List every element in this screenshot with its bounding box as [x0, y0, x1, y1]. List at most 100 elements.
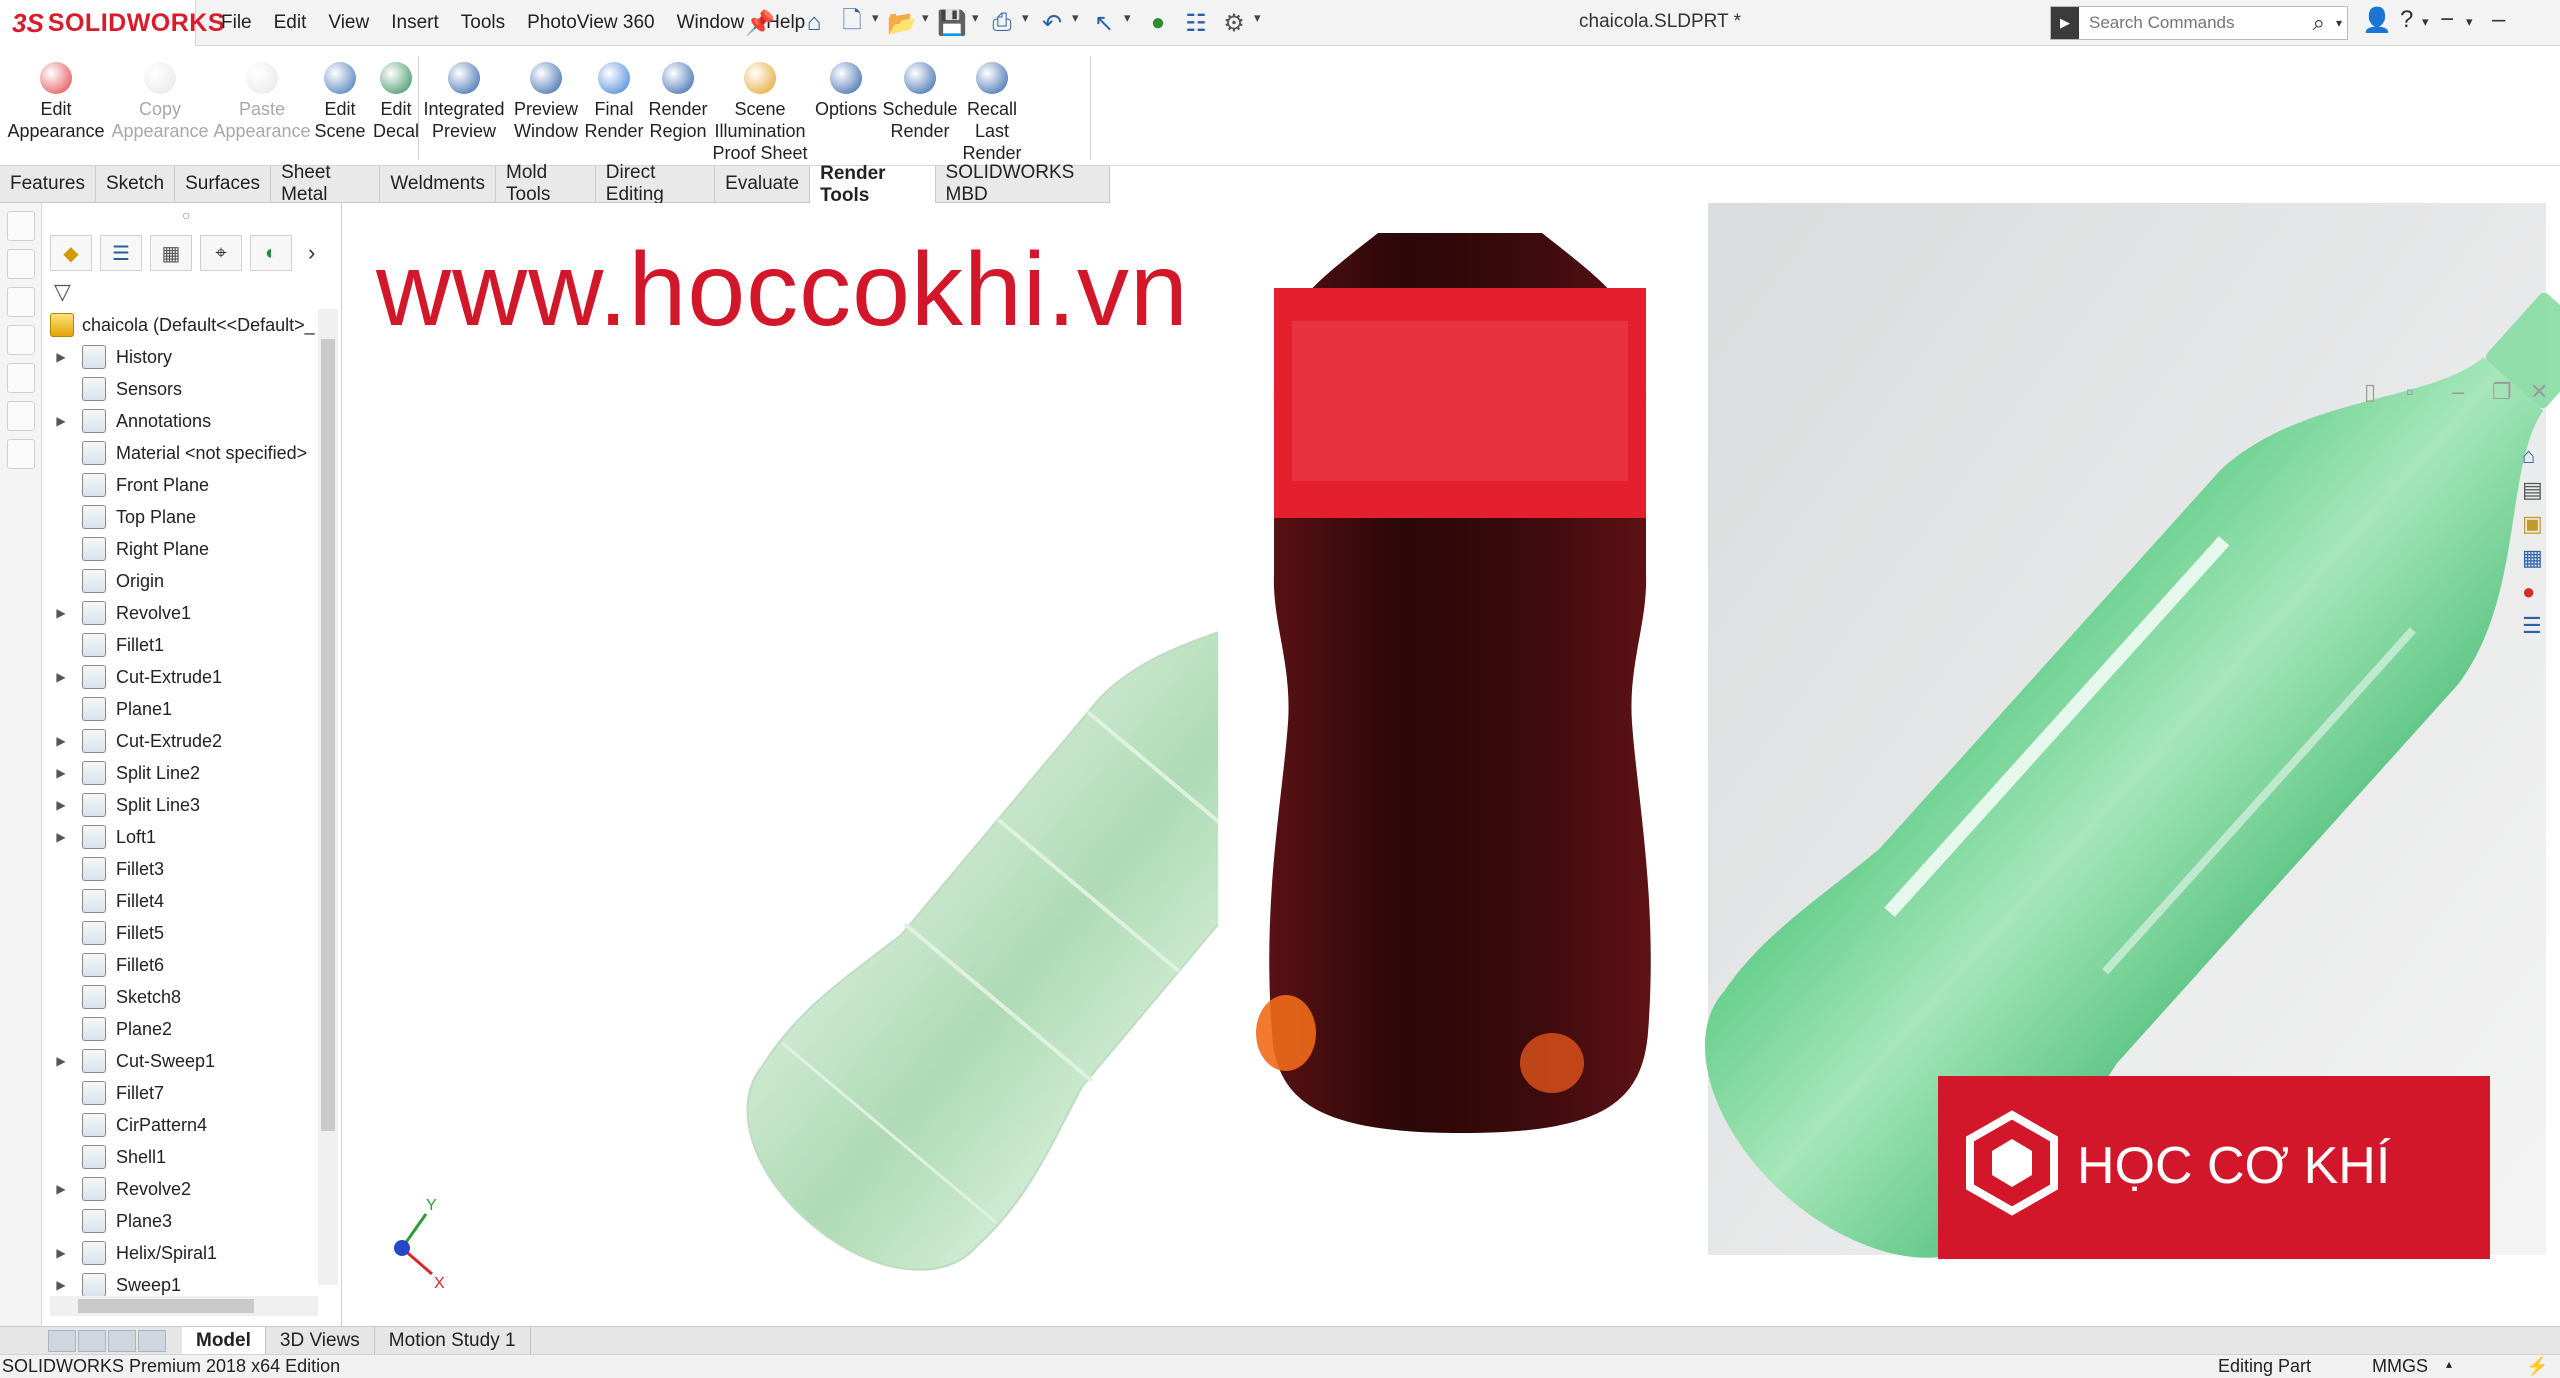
tree-item-cut-extrude2[interactable]: ▶ Cut-Extrude2 — [42, 725, 342, 757]
tree-item-plane3[interactable]: Plane3 — [42, 1205, 342, 1237]
menu-photoview[interactable]: PhotoView 360 — [516, 12, 665, 34]
side-tool-3-icon[interactable] — [7, 287, 35, 317]
chevron-right-icon[interactable]: › — [308, 240, 315, 266]
search-mode-icon[interactable]: ▶ — [2051, 7, 2079, 39]
command-scene-illumination-button[interactable]: Scene Illumination Proof Sheet — [710, 62, 810, 164]
user-account-icon[interactable]: 👤 — [2362, 6, 2392, 35]
tab-evaluate[interactable]: Evaluate — [715, 166, 811, 203]
custom-properties-icon[interactable]: ☰ — [2522, 613, 2558, 647]
minimize-panel-icon[interactable]: − — [2440, 6, 2454, 34]
expand-arrow-icon[interactable]: ▶ — [54, 734, 68, 748]
tree-item-plane1[interactable]: Plane1 — [42, 693, 342, 725]
tree-item-top-plane[interactable]: Top Plane — [42, 501, 342, 533]
solidworks-logo[interactable]: 3S SOLIDWORKS — [0, 0, 225, 46]
tree-item-revolve2[interactable]: ▶ Revolve2 — [42, 1173, 342, 1205]
display-manager-tab-icon[interactable]: ◐ — [250, 235, 292, 271]
filter-icon[interactable]: ▽ — [54, 279, 71, 305]
rebuild-traffic-light-icon[interactable]: ● — [1142, 7, 1174, 39]
tree-item-revolve1[interactable]: ▶ Revolve1 — [42, 597, 342, 629]
tree-item-cut-sweep1[interactable]: ▶ Cut-Sweep1 — [42, 1045, 342, 1077]
undo-dropdown-icon[interactable]: ▾ — [1072, 10, 1079, 26]
expand-arrow-icon[interactable]: ▶ — [54, 606, 68, 620]
tree-item-fillet5[interactable]: Fillet5 — [42, 917, 342, 949]
expand-arrow-icon[interactable]: ▶ — [54, 1182, 68, 1196]
expand-arrow-icon[interactable]: ▶ — [54, 766, 68, 780]
minimize-window-icon[interactable]: – — [2492, 6, 2505, 34]
solidworks-resources-icon[interactable]: ⌂ — [2522, 443, 2558, 477]
units-dropdown-icon[interactable]: ▴ — [2446, 1357, 2452, 1371]
command-recall-last-render-button[interactable]: Recall Last Render — [942, 62, 1042, 164]
select-cursor-icon[interactable]: ↖ — [1088, 7, 1120, 39]
panel-dropdown-icon[interactable]: ▾ — [2466, 14, 2473, 30]
new-dropdown-icon[interactable]: ▾ — [872, 10, 879, 26]
feature-tree-tab-icon[interactable]: ◆ — [50, 235, 92, 271]
open-folder-icon[interactable]: 📂 — [886, 7, 918, 39]
side-tool-1-icon[interactable] — [7, 211, 35, 241]
expand-arrow-icon[interactable]: ▶ — [54, 798, 68, 812]
save-dropdown-icon[interactable]: ▾ — [972, 10, 979, 26]
units-selector[interactable]: MMGS — [2372, 1356, 2428, 1377]
tree-item-fillet6[interactable]: Fillet6 — [42, 949, 342, 981]
command-edit-appearance-button[interactable]: Edit Appearance — [6, 62, 106, 142]
tree-horizontal-scrollbar[interactable] — [50, 1296, 318, 1316]
expand-arrow-icon[interactable]: ▶ — [54, 1246, 68, 1260]
tree-item-plane2[interactable]: Plane2 — [42, 1013, 342, 1045]
tab-sketch[interactable]: Sketch — [95, 166, 176, 203]
gear-icon[interactable]: ⚙ — [1218, 7, 1250, 39]
open-dropdown-icon[interactable]: ▾ — [922, 10, 929, 26]
expand-arrow-icon[interactable]: ▶ — [54, 414, 68, 428]
side-tool-5-icon[interactable] — [7, 363, 35, 393]
tree-item-history[interactable]: ▶ History — [42, 341, 342, 373]
tree-vertical-scrollbar[interactable] — [318, 309, 338, 1285]
tab-surfaces[interactable]: Surfaces — [175, 166, 272, 203]
menu-window[interactable]: Window — [666, 12, 756, 34]
tree-item-right-plane[interactable]: Right Plane — [42, 533, 342, 565]
viewport-tile-icon[interactable]: ▯ — [2364, 379, 2376, 405]
new-document-icon[interactable]: 🗋 — [836, 7, 868, 39]
tree-root-part[interactable]: chaicola (Default<<Default>_ — [42, 309, 342, 341]
graphics-area[interactable]: HỌC CƠ KHÍ Y X www.hoccokhi.vn ▯ ▫ – ❐ ✕… — [342, 203, 2560, 1326]
viewport-split-icon[interactable]: ▫ — [2406, 379, 2414, 405]
viewport-restore-icon[interactable]: ❐ — [2492, 379, 2512, 405]
side-tool-7-icon[interactable] — [7, 439, 35, 469]
tab-nav-last-icon[interactable] — [138, 1329, 166, 1352]
menu-tools[interactable]: Tools — [450, 12, 516, 34]
tree-item-cirpattern4[interactable]: CirPattern4 — [42, 1109, 342, 1141]
tree-item-cut-extrude1[interactable]: ▶ Cut-Extrude1 — [42, 661, 342, 693]
save-icon[interactable]: 💾 — [936, 7, 968, 39]
dimxpert-tab-icon[interactable]: ⌖ — [200, 235, 242, 271]
property-manager-tab-icon[interactable]: ☰ — [100, 235, 142, 271]
scrollbar-thumb[interactable] — [321, 339, 335, 1131]
tree-item-origin[interactable]: Origin — [42, 565, 342, 597]
tree-item-split-line2[interactable]: ▶ Split Line2 — [42, 757, 342, 789]
tab-render-tools[interactable]: Render Tools — [810, 163, 936, 206]
tab-mold-tools[interactable]: Mold Tools — [496, 162, 596, 205]
tree-item-fillet1[interactable]: Fillet1 — [42, 629, 342, 661]
tree-item-fillet3[interactable]: Fillet3 — [42, 853, 342, 885]
configuration-manager-tab-icon[interactable]: ▦ — [150, 235, 192, 271]
tab-nav-next-icon[interactable] — [108, 1329, 136, 1352]
tree-item-sensors[interactable]: Sensors — [42, 373, 342, 405]
tree-item-annotations[interactable]: ▶ Annotations — [42, 405, 342, 437]
tree-item-fillet4[interactable]: Fillet4 — [42, 885, 342, 917]
rebuild-status-icon[interactable]: ⚡ — [2526, 1356, 2548, 1377]
expand-arrow-icon[interactable]: ▶ — [54, 670, 68, 684]
tab-sheet-metal[interactable]: Sheet Metal — [271, 162, 381, 205]
view-palette-icon[interactable]: ▦ — [2522, 545, 2558, 579]
menu-edit[interactable]: Edit — [263, 12, 318, 34]
design-library-icon[interactable]: ▤ — [2522, 477, 2558, 511]
tree-item-helix-spiral1[interactable]: ▶ Helix/Spiral1 — [42, 1237, 342, 1269]
tab-features[interactable]: Features — [0, 166, 96, 203]
tab-nav-prev-icon[interactable] — [78, 1329, 106, 1352]
menu-view[interactable]: View — [317, 12, 380, 34]
command-copy-appearance-button[interactable]: Copy Appearance — [110, 62, 210, 142]
menu-file[interactable]: File — [210, 12, 263, 34]
viewport-minimize-icon[interactable]: – — [2452, 379, 2464, 405]
side-tool-6-icon[interactable] — [7, 401, 35, 431]
appearances-scenes-icon[interactable]: ● — [2522, 579, 2558, 613]
panel-splitter-handle[interactable]: ○ — [182, 207, 190, 223]
tab-solidworks-mbd[interactable]: SOLIDWORKS MBD — [935, 162, 1111, 205]
search-dropdown-icon[interactable]: ▾ — [2336, 16, 2342, 30]
tree-item-fillet7[interactable]: Fillet7 — [42, 1077, 342, 1109]
expand-arrow-icon[interactable]: ▶ — [54, 1278, 68, 1292]
